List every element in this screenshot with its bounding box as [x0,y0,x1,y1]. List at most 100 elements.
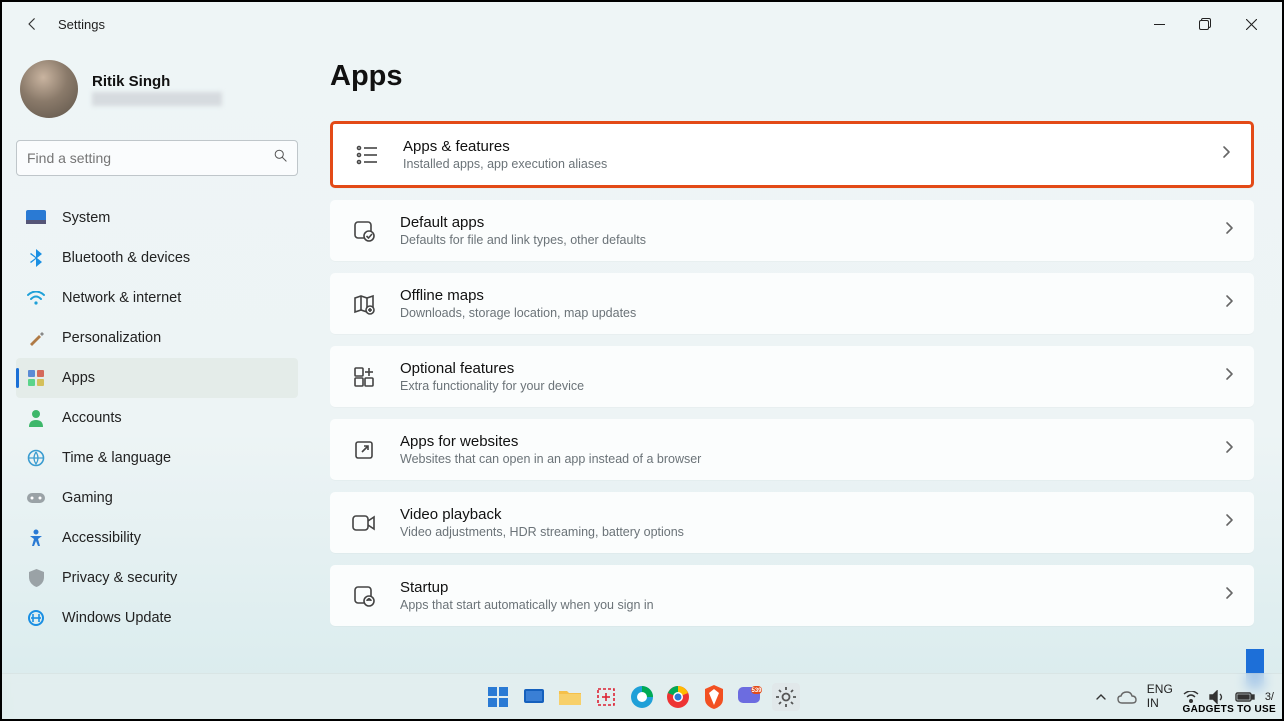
startup-icon [350,582,378,610]
brave-icon[interactable] [700,683,728,711]
map-icon [350,290,378,318]
taskbar: 539 ENG IN 3/ [2,673,1282,719]
taskview-button[interactable] [520,683,548,711]
chat-icon[interactable]: 539 [736,683,764,711]
back-button[interactable] [20,12,44,36]
wifi-tray-icon[interactable] [1183,691,1199,703]
card-subtitle: Apps that start automatically when you s… [400,598,1224,612]
chevron-right-icon [1221,145,1231,164]
window-title: Settings [58,17,105,32]
nav-label: Network & internet [62,290,181,306]
profile-name: Ritik Singh [92,73,222,90]
nav-label: Accessibility [62,530,141,546]
person-icon [26,408,46,428]
card-subtitle: Extra functionality for your device [400,379,1224,393]
card-title: Offline maps [400,287,1224,304]
taskbar-center: 539 [484,683,800,711]
card-title: Apps for websites [400,433,1224,450]
card-video-playback[interactable]: Video playback Video adjustments, HDR st… [330,492,1254,553]
search-icon [273,148,288,168]
gamepad-icon [26,488,46,508]
card-title: Default apps [400,214,1224,231]
card-apps-websites[interactable]: Apps for websites Websites that can open… [330,419,1254,480]
snip-icon[interactable] [592,683,620,711]
nav-label: Personalization [62,330,161,346]
card-apps-features[interactable]: Apps & features Installed apps, app exec… [330,121,1254,188]
shield-icon [26,568,46,588]
card-startup[interactable]: Startup Apps that start automatically wh… [330,565,1254,626]
battery-tray-icon[interactable] [1235,691,1255,703]
onedrive-icon[interactable] [1117,690,1137,704]
sidebar-item-personalization[interactable]: Personalization [16,318,298,358]
main-area: Apps Apps & features Installed apps, app… [312,46,1282,673]
chrome-icon[interactable] [664,683,692,711]
explorer-icon[interactable] [556,683,584,711]
card-title: Optional features [400,360,1224,377]
search-wrap [16,140,298,176]
volume-tray-icon[interactable] [1209,690,1225,704]
card-title: Startup [400,579,1224,596]
card-subtitle: Websites that can open in an app instead… [400,452,1224,466]
list-icon [353,141,381,169]
sidebar-item-gaming[interactable]: Gaming [16,478,298,518]
card-subtitle: Video adjustments, HDR streaming, batter… [400,525,1224,539]
titlebar: Settings [2,2,1282,46]
card-title: Apps & features [403,138,1221,155]
card-subtitle: Downloads, storage location, map updates [400,306,1224,320]
minimize-button[interactable] [1136,8,1182,40]
chevron-right-icon [1224,513,1234,532]
card-subtitle: Installed apps, app execution aliases [403,157,1221,171]
chevron-right-icon [1224,586,1234,605]
sidebar-item-bluetooth[interactable]: Bluetooth & devices [16,238,298,278]
external-link-icon [350,436,378,464]
bluetooth-icon [26,248,46,268]
sidebar-item-time[interactable]: Time & language [16,438,298,478]
sidebar: Ritik Singh System Bluetooth & devices N… [2,46,312,673]
chevron-right-icon [1224,221,1234,240]
windows-update-icon [26,608,46,628]
chevron-right-icon [1224,294,1234,313]
nav-list: System Bluetooth & devices Network & int… [16,198,298,638]
nav-label: Gaming [62,490,113,506]
sidebar-item-system[interactable]: System [16,198,298,238]
video-icon [350,509,378,537]
profile-block[interactable]: Ritik Singh [16,60,298,118]
card-offline-maps[interactable]: Offline maps Downloads, storage location… [330,273,1254,334]
nav-label: Bluetooth & devices [62,250,190,266]
nav-label: System [62,210,110,226]
avatar [20,60,78,118]
display-icon [26,208,46,228]
accessibility-icon [26,528,46,548]
language-indicator[interactable]: ENG IN [1147,683,1173,709]
wifi-icon [26,288,46,308]
start-button[interactable] [484,683,512,711]
card-title: Video playback [400,506,1224,523]
svg-text:539: 539 [751,688,762,694]
settings-taskbar-icon[interactable] [772,683,800,711]
nav-label: Time & language [62,450,171,466]
nav-label: Accounts [62,410,122,426]
card-default-apps[interactable]: Default apps Defaults for file and link … [330,200,1254,261]
card-optional-features[interactable]: Optional features Extra functionality fo… [330,346,1254,407]
lang-bottom: IN [1147,697,1173,710]
sidebar-item-network[interactable]: Network & internet [16,278,298,318]
sidebar-item-privacy[interactable]: Privacy & security [16,558,298,598]
edge-icon[interactable] [628,683,656,711]
apps-icon [26,368,46,388]
card-subtitle: Defaults for file and link types, other … [400,233,1224,247]
paintbrush-icon [26,328,46,348]
close-button[interactable] [1228,8,1274,40]
sidebar-item-accounts[interactable]: Accounts [16,398,298,438]
globe-clock-icon [26,448,46,468]
nav-label: Windows Update [62,610,172,626]
lang-top: ENG [1147,683,1173,696]
sidebar-item-update[interactable]: Windows Update [16,598,298,638]
search-input[interactable] [16,140,298,176]
page-title: Apps [330,60,1254,93]
maximize-button[interactable] [1182,8,1228,40]
tray-time[interactable]: 3/ [1265,691,1274,703]
sidebar-item-apps[interactable]: Apps [16,358,298,398]
profile-email-blurred [92,92,222,106]
tray-chevron-icon[interactable] [1095,692,1107,702]
sidebar-item-accessibility[interactable]: Accessibility [16,518,298,558]
